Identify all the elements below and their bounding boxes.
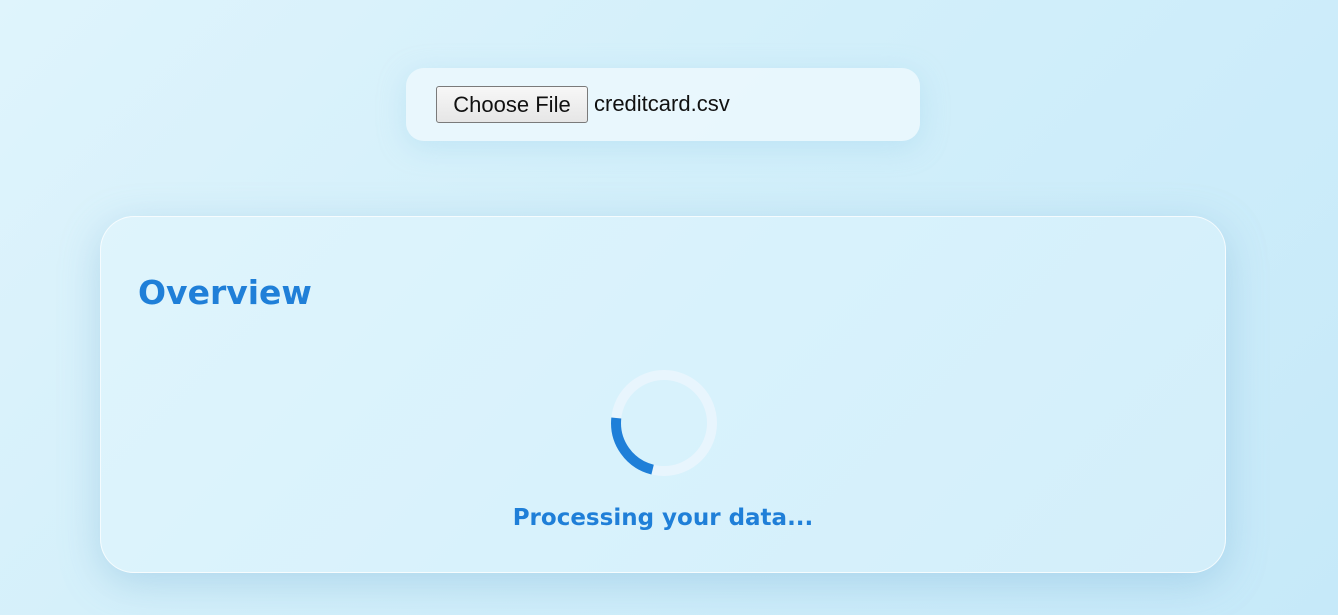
loading-spinner-icon: [611, 370, 717, 476]
overview-card: Overview Processing your data...: [100, 216, 1226, 573]
processing-status: Processing your data...: [512, 505, 814, 531]
choose-file-button[interactable]: Choose File: [436, 86, 588, 123]
overview-title: Overview: [138, 273, 312, 312]
selected-file-name: creditcard.csv: [594, 91, 730, 116]
spinner-arc: [611, 417, 655, 475]
file-upload-bar: Choose File creditcard.csv: [406, 68, 920, 141]
